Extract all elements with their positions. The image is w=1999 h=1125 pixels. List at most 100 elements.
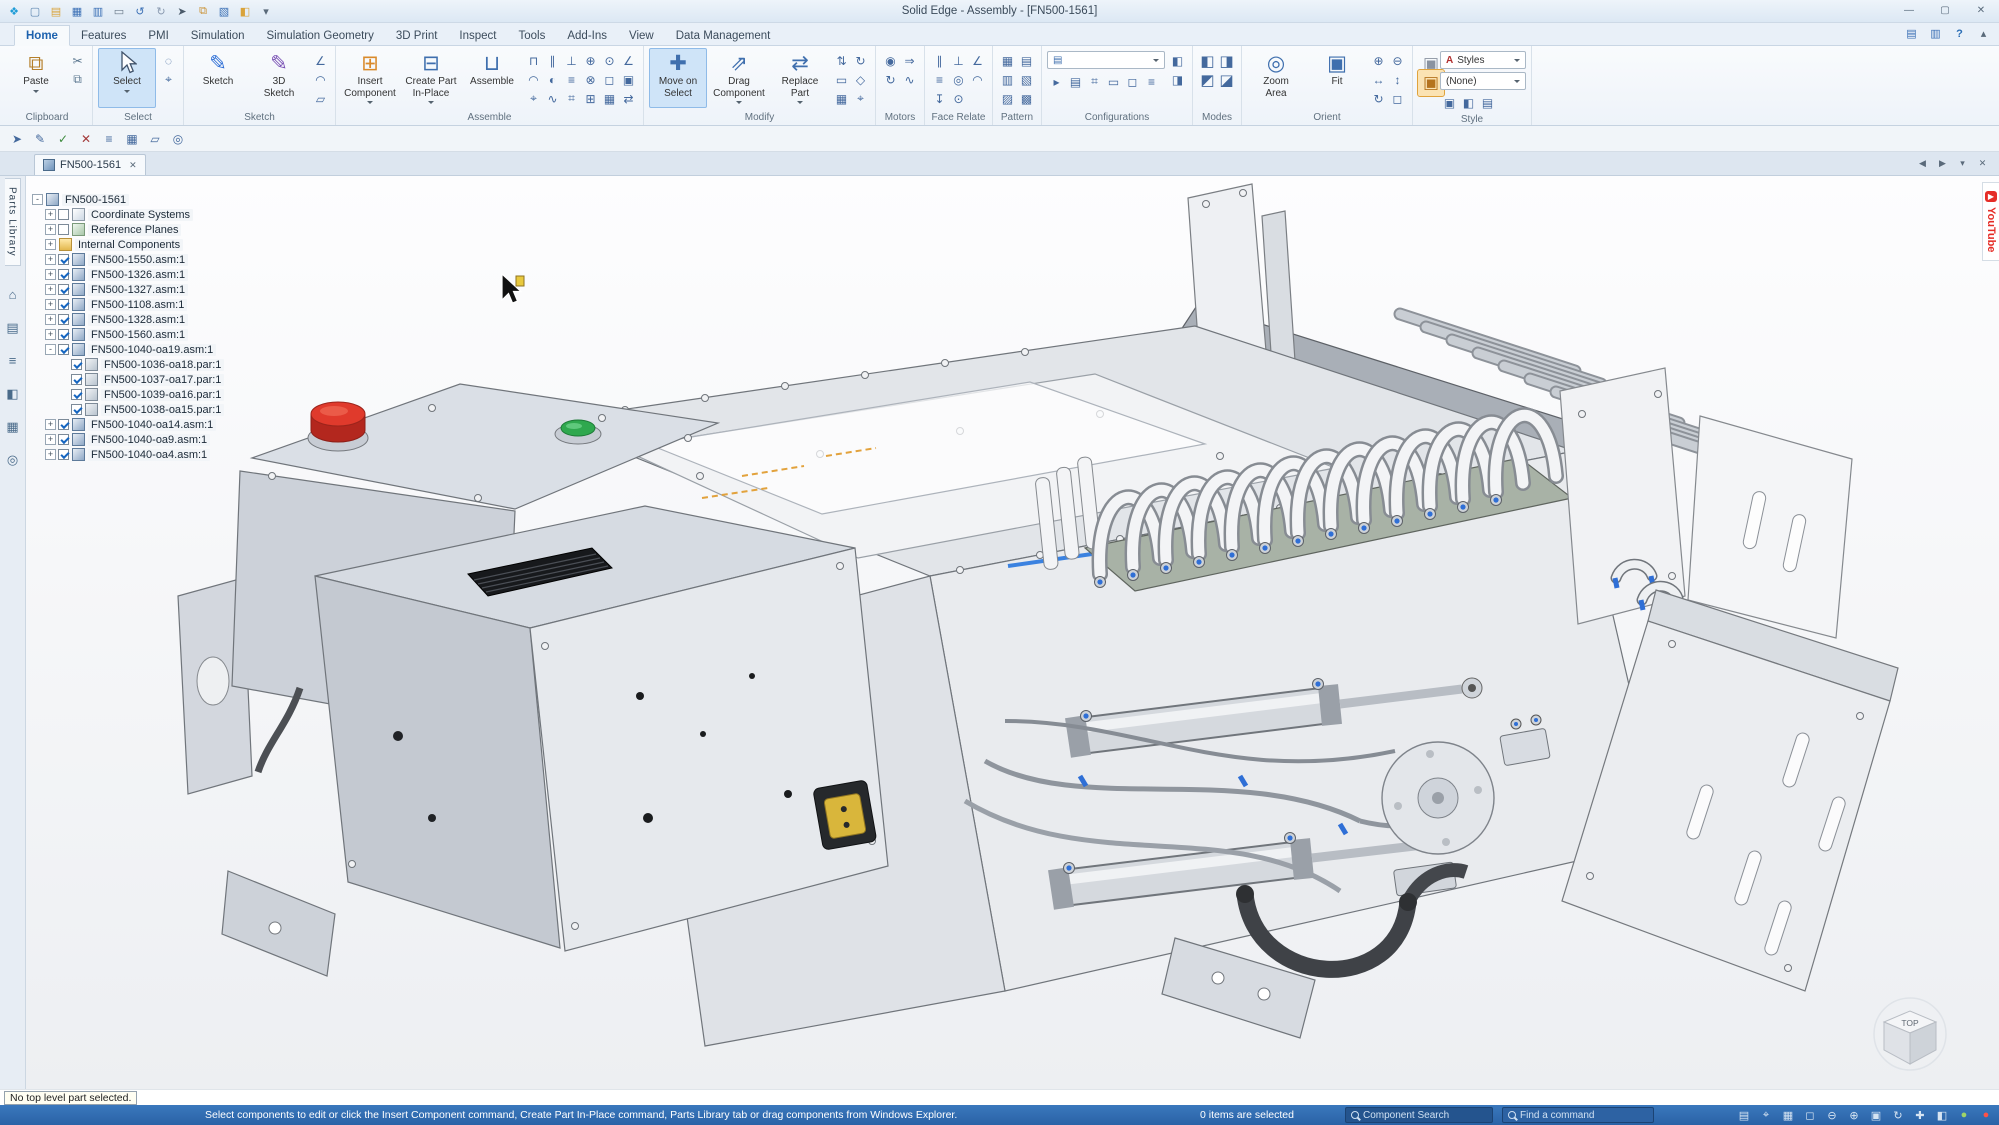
tree-item-label[interactable]: FN500-1561 xyxy=(62,194,129,206)
path-relation-icon[interactable]: ∿ xyxy=(543,89,562,108)
visibility-checkbox[interactable] xyxy=(71,374,82,385)
mirror-pattern-icon[interactable]: ▧ xyxy=(1017,70,1036,89)
copy-icon[interactable]: ⧉ xyxy=(195,3,211,19)
capture-configuration-icon[interactable]: ◧ xyxy=(1168,51,1187,70)
center-plane-icon[interactable]: ◻ xyxy=(600,70,619,89)
fill-pattern-icon[interactable]: ▩ xyxy=(1017,89,1036,108)
tree-item[interactable]: +Internal Components xyxy=(45,237,224,252)
alternate-assemblies-icon[interactable]: ◧ xyxy=(4,385,22,403)
sheet-icon[interactable]: ▧ xyxy=(216,3,232,19)
move-on-select-button[interactable]: ✚ Move on Select xyxy=(649,48,707,108)
tree-item[interactable]: + FN500-1560.asm:1 xyxy=(45,327,224,342)
new-document-icon[interactable]: ▢ xyxy=(27,3,43,19)
tree-item-label[interactable]: FN500-1560.asm:1 xyxy=(88,329,188,341)
expand-icon[interactable]: + xyxy=(45,329,56,340)
tangent-face-icon[interactable]: ◠ xyxy=(968,70,987,89)
zoom-area-button[interactable]: ◎ Zoom Area xyxy=(1247,48,1305,108)
tree-item[interactable]: FN500-1039-oa16.par:1 xyxy=(58,387,224,402)
visibility-checkbox[interactable] xyxy=(58,254,69,265)
ribbon-tab-inspect[interactable]: Inspect xyxy=(448,26,507,45)
ribbon-tab-simulation-geometry[interactable]: Simulation Geometry xyxy=(256,26,385,45)
concentric-face-icon[interactable]: ◎ xyxy=(949,70,968,89)
sketch-3d-button[interactable]: ✎ 3D Sketch xyxy=(250,48,308,108)
ribbon-tab-add-ins[interactable]: Add-Ins xyxy=(556,26,618,45)
customize-quick-access-icon[interactable]: ▾ xyxy=(258,3,274,19)
pattern-reference-icon[interactable]: ▦ xyxy=(600,89,619,108)
ribbon-display-icon[interactable]: ▤ xyxy=(1904,26,1919,41)
tree-item-label[interactable]: FN500-1039-oa16.par:1 xyxy=(101,389,224,401)
ribbon-tab-view[interactable]: View xyxy=(618,26,665,45)
tree-item[interactable]: - FN500-1561 xyxy=(32,192,224,207)
pan-status-icon[interactable]: ✚ xyxy=(1913,1107,1927,1123)
visibility-checkbox[interactable] xyxy=(58,284,69,295)
tree-item-label[interactable]: Internal Components xyxy=(75,239,183,251)
close-button[interactable]: ✕ xyxy=(1963,0,1999,22)
collapse-ribbon-icon[interactable]: ▴ xyxy=(1976,26,1991,41)
tree-item[interactable]: +FN500-1040-oa9.asm:1 xyxy=(45,432,224,447)
dsub-connector[interactable] xyxy=(813,780,877,850)
face-style-dropdown[interactable]: (None) xyxy=(1440,72,1526,90)
home-icon[interactable]: ⌂ xyxy=(4,286,22,304)
parts-library-tab[interactable]: Parts Library xyxy=(5,178,21,266)
adjustable-mode-icon[interactable]: ◩ xyxy=(1198,70,1217,89)
visibility-checkbox[interactable] xyxy=(71,389,82,400)
ribbon-tab-simulation[interactable]: Simulation xyxy=(180,26,256,45)
fastener-system-icon[interactable]: ⊞ xyxy=(581,89,600,108)
expand-icon[interactable]: + xyxy=(45,224,56,235)
tree-item-label[interactable]: FN500-1326.asm:1 xyxy=(88,269,188,281)
sheet-views-icon[interactable]: ◻ xyxy=(1803,1107,1817,1123)
zoom-in-status-icon[interactable]: ⊕ xyxy=(1847,1107,1861,1123)
window-layout-icon[interactable]: ◧ xyxy=(237,3,253,19)
print-icon[interactable]: ▭ xyxy=(111,3,127,19)
exploded-view-icon[interactable]: ▭ xyxy=(1104,72,1123,91)
expand-icon[interactable]: + xyxy=(45,314,56,325)
linear-motor-icon[interactable]: ⇒ xyxy=(900,51,919,70)
tree-item[interactable]: +FN500-1327.asm:1 xyxy=(45,282,224,297)
create-part-in-place-button[interactable]: ⊟ Create Part In-Place xyxy=(402,48,460,108)
planar-align-icon[interactable]: ∥ xyxy=(543,51,562,70)
expand-icon[interactable]: + xyxy=(45,254,56,265)
save-all-icon[interactable]: ▥ xyxy=(90,3,106,19)
visibility-checkbox[interactable] xyxy=(58,209,69,220)
pan-vertical-icon[interactable]: ↕ xyxy=(1388,70,1407,89)
layers-panel-icon[interactable]: ▦ xyxy=(4,418,22,436)
ribbon-tab-3d-print[interactable]: 3D Print xyxy=(385,26,449,45)
pathfinder-panel-icon[interactable]: ≡ xyxy=(4,352,22,370)
pattern-along-curve-icon[interactable]: ▥ xyxy=(998,70,1017,89)
tree-item-label[interactable]: Coordinate Systems xyxy=(88,209,193,221)
simplified-view-icon[interactable]: ◻ xyxy=(1123,72,1142,91)
tree-item-label[interactable]: FN500-1550.asm:1 xyxy=(88,254,188,266)
zoom-in-icon[interactable]: ⊕ xyxy=(1369,51,1388,70)
prompt-grid-icon[interactable]: ▦ xyxy=(123,130,141,148)
ribbon-layout-icon[interactable]: ▥ xyxy=(1928,26,1943,41)
transfer-relation-icon[interactable]: ⇄ xyxy=(619,89,638,108)
prompt-accept-icon[interactable]: ✓ xyxy=(54,130,72,148)
view-faces-icon[interactable]: ◻ xyxy=(1388,89,1407,108)
cam-relation-icon[interactable]: ◐ xyxy=(543,70,562,89)
prompt-options-icon[interactable]: ≡ xyxy=(100,130,118,148)
simplify-mode-icon[interactable]: ◧ xyxy=(1198,51,1217,70)
drag-component-button[interactable]: ⇗ Drag Component xyxy=(710,48,768,108)
visibility-checkbox[interactable] xyxy=(58,449,69,460)
tree-item[interactable]: +FN500-1040-oa4.asm:1 xyxy=(45,447,224,462)
expand-icon[interactable]: + xyxy=(45,449,56,460)
configurations-dropdown[interactable]: ▤ xyxy=(1047,51,1165,69)
save-icon[interactable]: ▦ xyxy=(69,3,85,19)
collapse-icon[interactable]: - xyxy=(32,194,43,205)
visibility-checkbox[interactable] xyxy=(58,344,69,355)
undo-icon[interactable]: ↺ xyxy=(132,3,148,19)
tangent-relation-icon[interactable]: ◠ xyxy=(524,70,543,89)
connect-relation-icon[interactable]: ⊙ xyxy=(600,51,619,70)
selection-filter-icon[interactable]: ⌖ xyxy=(1759,1107,1773,1123)
design-mode-icon[interactable]: ◨ xyxy=(1217,51,1236,70)
tree-item[interactable]: -FN500-1040-oa19.asm:1 xyxy=(45,342,224,357)
sketch-button[interactable]: ✎ Sketch xyxy=(189,48,247,108)
insert-relation-icon[interactable]: ⊕ xyxy=(581,51,600,70)
tab-close-all-icon[interactable]: ✕ xyxy=(1976,157,1989,170)
app-logo-icon[interactable]: ❖ xyxy=(6,3,22,19)
fit-view-status-icon[interactable]: ▣ xyxy=(1869,1107,1883,1123)
rotary-actuator[interactable] xyxy=(1382,742,1494,854)
parts-library-panel-icon[interactable]: ▤ xyxy=(4,319,22,337)
rotate-component-icon[interactable]: ↻ xyxy=(851,51,870,70)
styles-dropdown[interactable]: A Styles xyxy=(1440,51,1526,69)
